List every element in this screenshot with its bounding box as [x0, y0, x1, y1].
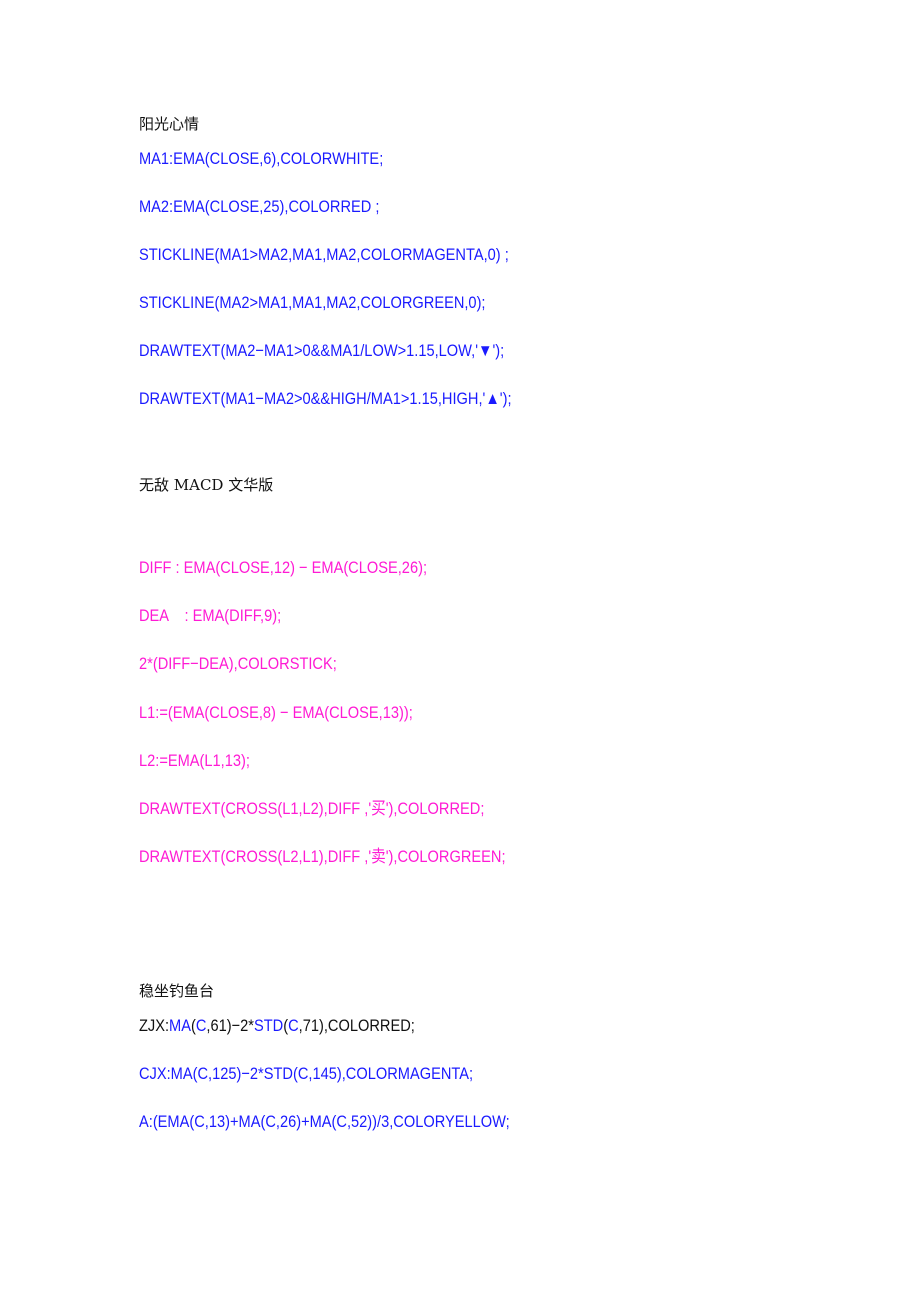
code-line: STICKLINE(MA2>MA1,MA1,MA2,COLORGREEN,0); — [139, 293, 486, 312]
code-line: A:(EMA(C,13)+MA(C,26)+MA(C,52))/3,COLORY… — [139, 1112, 510, 1131]
code-line: 2*(DIFF−DEA),COLORSTICK; — [139, 654, 337, 673]
code-line-zjx: ZJX:MA(C,61)−2*STD(C,71),COLORRED; — [139, 1016, 415, 1036]
section-title-sunshine: 阳光心情 — [139, 115, 200, 133]
code-line: STICKLINE(MA1>MA2,MA1,MA2,COLORMAGENTA,0… — [139, 245, 509, 264]
document-page: 阳光心情 MA1:EMA(CLOSE,6),COLORWHITE; MA2:EM… — [0, 0, 920, 1302]
code-line: DRAWTEXT(MA2−MA1>0&&MA1/LOW>1.15,LOW,'▼'… — [139, 341, 505, 360]
section-title-macd: 无敌 MACD 文华版 — [139, 476, 274, 494]
code-line: DEA : EMA(DIFF,9); — [139, 606, 282, 625]
code-line: CJX:MA(C,125)−2*STD(C,145),COLORMAGENTA; — [139, 1064, 474, 1083]
code-line: DIFF : EMA(CLOSE,12) − EMA(CLOSE,26); — [139, 558, 428, 577]
code-line: MA1:EMA(CLOSE,6),COLORWHITE; — [139, 149, 384, 168]
code-segment: ,61)−2* — [206, 1016, 254, 1035]
code-segment: ,71),COLORRED; — [298, 1016, 415, 1035]
code-segment: C — [195, 1016, 207, 1035]
code-line: DRAWTEXT(CROSS(L2,L1),DIFF ,'卖'),COLORGR… — [139, 847, 506, 866]
code-line: DRAWTEXT(MA1−MA2>0&&HIGH/MA1>1.15,HIGH,'… — [139, 389, 512, 408]
code-line: L2:=EMA(L1,13); — [139, 751, 250, 770]
code-segment: MA — [169, 1016, 191, 1035]
code-segment: ZJX: — [139, 1016, 170, 1035]
code-line: L1:=(EMA(CLOSE,8) − EMA(CLOSE,13)); — [139, 703, 413, 722]
code-segment: STD — [253, 1016, 284, 1035]
code-segment: C — [288, 1016, 299, 1035]
section-title-fishing: 稳坐钓鱼台 — [139, 982, 215, 1000]
code-line: MA2:EMA(CLOSE,25),COLORRED ; — [139, 197, 380, 216]
code-line: DRAWTEXT(CROSS(L1,L2),DIFF ,'买'),COLORRE… — [139, 799, 485, 818]
